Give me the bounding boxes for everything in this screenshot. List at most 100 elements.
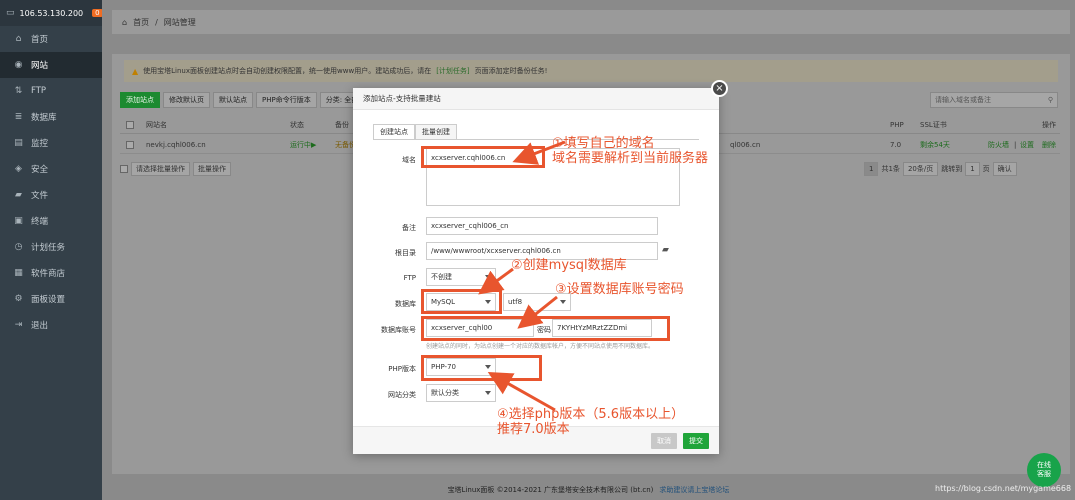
page-total: 共1条 xyxy=(881,165,900,173)
db-hint: 创建站点的同时，为站点创建一个对应的数据库帐户，方便不同站点使用不同数据库。 xyxy=(426,343,655,350)
add-site-button[interactable]: 添加站点 xyxy=(120,92,160,108)
confirm-jump-button[interactable]: 确认 xyxy=(992,162,1017,176)
annotation-3: ③设置数据库账号密码 xyxy=(555,282,684,297)
breadcrumb: ⌂ 首页 / 网站管理 xyxy=(112,10,1070,34)
sidebar-item[interactable]: ▤ 监控 xyxy=(0,130,102,156)
page-jump-input[interactable]: 1 xyxy=(965,162,980,176)
tab-batch-create[interactable]: 批量创建 xyxy=(415,124,457,140)
notice-link[interactable]: [计划任务] xyxy=(436,66,469,76)
site-ssl[interactable]: 剩余54天 xyxy=(920,140,950,150)
sidebar-item[interactable]: ◉ 网站 xyxy=(0,52,102,78)
support-line2: 客服 xyxy=(1037,470,1051,478)
pagination: 1 共1条 20条/页 跳转到 1 页 确认 xyxy=(864,162,1017,176)
online-support-button[interactable]: 在线 客服 xyxy=(1027,453,1061,487)
watermark: https://blog.csdn.net/mygame668 xyxy=(935,484,1072,493)
server-header: ▭ 106.53.130.200 0 xyxy=(0,0,103,26)
sidebar-item[interactable]: ◈ 安全 xyxy=(0,156,102,182)
breadcrumb-current: 网站管理 xyxy=(163,17,196,27)
col-backup: 备份 xyxy=(335,120,349,129)
close-icon[interactable]: × xyxy=(711,80,728,97)
highlight-db-account xyxy=(421,316,670,341)
tab-create-site[interactable]: 创建站点 xyxy=(373,124,415,140)
server-ip: 106.53.130.200 xyxy=(19,8,84,18)
folder-icon[interactable]: ▰ xyxy=(662,245,669,255)
site-path[interactable]: ql006.cn xyxy=(730,141,760,149)
root-dir-label: 根目录 xyxy=(395,249,416,257)
batch-button[interactable]: 批量操作 xyxy=(193,162,231,176)
search-box[interactable]: 请输入域名或备注 ⚲ xyxy=(930,92,1058,108)
logout-icon: ⇥ xyxy=(14,319,23,330)
annotation-1-line1: ①填写自己的域名 xyxy=(552,136,655,151)
home-icon: ⌂ xyxy=(122,17,128,27)
firewall-link[interactable]: 防火墙 xyxy=(988,140,1009,150)
db-account-label: 数据库账号 xyxy=(381,326,416,334)
sidebar-item-label: 软件商店 xyxy=(31,269,66,279)
forum-link[interactable]: 求助建议请上宝塔论坛 xyxy=(659,485,729,495)
row-checkbox[interactable] xyxy=(126,140,134,149)
breadcrumb-home[interactable]: 首页 xyxy=(133,17,149,28)
gear-icon: ⚙ xyxy=(14,293,23,304)
sidebar-item-label: FTP xyxy=(31,86,47,96)
ftp-select[interactable]: 不创建 xyxy=(426,268,496,286)
ftp-select-value: 不创建 xyxy=(431,273,452,281)
default-site-button[interactable]: 默认站点 xyxy=(213,92,253,108)
highlight-database xyxy=(421,289,502,314)
remark-label: 备注 xyxy=(402,224,416,232)
batch-select[interactable]: 请选择批量操作 xyxy=(131,162,190,176)
col-ssl: SSL证书 xyxy=(920,120,947,129)
search-icon[interactable]: ⚲ xyxy=(1048,96,1053,104)
col-status[interactable]: 状态 xyxy=(290,120,304,130)
annotation-1: ①填写自己的域名 域名需要解析到当前服务器 xyxy=(552,136,708,166)
annotation-4: ④选择php版本（5.6版本以上） 推荐7.0版本 xyxy=(497,407,684,437)
remark-input[interactable]: xcxserver_cqhl006_cn xyxy=(426,217,658,235)
per-page-select[interactable]: 20条/页 xyxy=(902,162,939,176)
terminal-icon: ▣ xyxy=(14,215,23,226)
home-icon: ⌂ xyxy=(15,33,22,44)
site-status[interactable]: 运行中▶ xyxy=(290,140,316,150)
submit-button[interactable]: 提交 xyxy=(683,433,709,449)
site-category-select[interactable]: 默认分类 xyxy=(426,384,496,402)
sidebar-item[interactable]: ⌂ 首页 xyxy=(0,26,102,52)
warning-icon: ▲ xyxy=(132,66,139,76)
monitor-icon: ▭ xyxy=(6,7,15,18)
edit-default-page-button[interactable]: 修改默认页 xyxy=(163,92,210,108)
sidebar-item-label: 监控 xyxy=(31,139,49,149)
charset-select-value: utf8 xyxy=(508,298,523,306)
clock-icon: ◷ xyxy=(14,241,23,252)
ops-separator: | xyxy=(1014,140,1017,149)
annotation-4-line2: 推荐7.0版本 xyxy=(497,422,570,437)
select-all-checkbox[interactable] xyxy=(126,120,134,129)
page-current[interactable]: 1 xyxy=(864,162,879,176)
sidebar-item[interactable]: ⇥ 退出 xyxy=(0,312,102,338)
batch-checkbox[interactable] xyxy=(120,165,128,173)
col-name[interactable]: 网站名 xyxy=(146,120,167,130)
sidebar-item-label: 退出 xyxy=(31,321,49,331)
php-cli-button[interactable]: PHP命令行版本 xyxy=(256,92,317,108)
store-icon: ▦ xyxy=(14,267,23,278)
annotation-4-line1: ④选择php版本（5.6版本以上） xyxy=(497,407,685,422)
search-input[interactable]: 请输入域名或备注 xyxy=(935,95,991,105)
sidebar-item[interactable]: ▦ 软件商店 xyxy=(0,260,102,286)
annotation-2: ②创建mysql数据库 xyxy=(511,258,627,273)
sidebar-item-label: 网站 xyxy=(31,61,49,71)
toolbar: 添加站点 修改默认页 默认站点 PHP命令行版本 分类: 全部 xyxy=(120,92,365,108)
site-name-link[interactable]: nevkj.cqhl006.cn xyxy=(146,141,206,149)
sidebar-item-label: 安全 xyxy=(31,165,49,175)
delete-link[interactable]: 删除 xyxy=(1042,140,1056,150)
sidebar-item[interactable]: ⚙ 面板设置 xyxy=(0,286,102,312)
batch-bar: 请选择批量操作 批量操作 xyxy=(120,162,231,176)
copyright: 宝塔Linux面板 ©2014-2021 广东堡塔安全技术有限公司 (bt.cn… xyxy=(447,486,654,494)
settings-link[interactable]: 设置 xyxy=(1020,140,1034,150)
sidebar-item[interactable]: ◷ 计划任务 xyxy=(0,234,102,260)
sidebar-item[interactable]: ▣ 终端 xyxy=(0,208,102,234)
sidebar-item-label: 终端 xyxy=(31,217,49,227)
sidebar-item-label: 面板设置 xyxy=(31,295,66,305)
sidebar-item[interactable]: ▰ 文件 xyxy=(0,182,102,208)
page-unit: 页 xyxy=(982,165,990,173)
sidebar: ▭ 106.53.130.200 0 ⌂ 首页 ◉ 网站 ⇅ FTP ≣ 数据库 ▤ 监控 ◈ 安全 ▰… xyxy=(0,0,103,500)
highlight-domain xyxy=(421,146,545,168)
sidebar-item[interactable]: ≣ 数据库 xyxy=(0,104,102,130)
sidebar-item[interactable]: ⇅ FTP xyxy=(0,78,102,104)
breadcrumb-separator: / xyxy=(155,17,158,27)
annotation-1-line2: 域名需要解析到当前服务器 xyxy=(552,151,709,166)
